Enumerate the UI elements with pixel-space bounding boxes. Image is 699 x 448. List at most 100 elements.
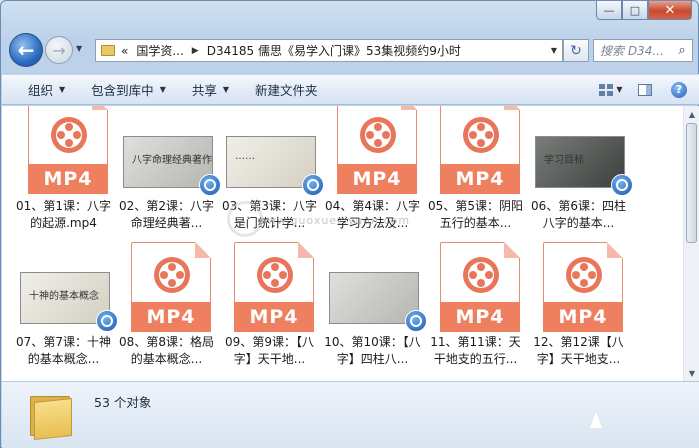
file-thumbnail: …… xyxy=(224,106,324,198)
film-reel-icon xyxy=(566,257,602,293)
film-reel-icon xyxy=(257,257,293,293)
file-name: 02、第2课：八字命理经典著... xyxy=(119,199,214,230)
address-bar[interactable]: « 国学资... ▶ D34185 儒思《易学入门课》53集视频约9小时 ▼ xyxy=(95,39,563,62)
mp4-file-icon: MP4 xyxy=(543,242,623,332)
command-bar: 组织 ▼ 包含到库中 ▼ 共享 ▼ 新建文件夹 ▼ ? xyxy=(2,74,699,105)
scroll-thumb[interactable] xyxy=(686,123,697,243)
scroll-down-icon[interactable]: ▼ xyxy=(684,365,699,381)
share-label: 共享 xyxy=(191,83,217,98)
breadcrumb-segment[interactable]: D34185 儒思《易学入门课》53集视频约9小时 xyxy=(207,42,461,59)
file-item[interactable]: …… 03、第3课：八字是门统计学... xyxy=(218,106,324,234)
maximize-button[interactable]: □ xyxy=(622,1,648,20)
back-arrow-icon: ← xyxy=(17,38,35,62)
file-name: 01、第1课：八字的起源.mp4 xyxy=(16,199,111,230)
mp4-file-icon: MP4 xyxy=(131,242,211,332)
file-item[interactable]: MP4 09、第9课：【八字】天干地... xyxy=(218,242,321,370)
forward-button[interactable]: → xyxy=(45,36,73,64)
file-name: 07、第7课：十神的基本概念... xyxy=(16,335,111,366)
film-reel-icon xyxy=(463,257,499,293)
file-item[interactable]: MP4 01、第1课：八字的起源.mp4 xyxy=(12,106,115,234)
file-list: MP4 01、第1课：八字的起源.mp4 八字命理经典著作 02、第2课：八字命理经典… xyxy=(2,106,683,381)
film-reel-icon xyxy=(154,257,190,293)
new-folder-label: 新建文件夹 xyxy=(255,83,318,98)
mp4-file-icon: MP4 xyxy=(337,106,417,194)
mp4-label: MP4 xyxy=(234,302,314,332)
chevron-down-icon: ▼ xyxy=(222,85,230,94)
folder-icon xyxy=(101,45,115,56)
search-icon[interactable]: ⌕ xyxy=(672,43,692,58)
file-name: 09、第9课：【八字】天干地... xyxy=(225,335,314,366)
file-item[interactable]: 十神的基本概念 07、第7课：十神的基本概念... xyxy=(12,242,118,370)
file-thumbnail: 学习目标 xyxy=(533,106,633,198)
scroll-up-icon[interactable]: ▲ xyxy=(684,106,699,122)
file-item[interactable]: 10、第10课：【八字】四柱八... xyxy=(321,242,427,370)
organize-menu[interactable]: 组织 ▼ xyxy=(28,80,65,99)
mp4-label: MP4 xyxy=(337,164,417,194)
chevron-down-icon: ▼ xyxy=(159,85,166,94)
share-menu[interactable]: 共享 ▼ xyxy=(192,80,229,99)
file-name: 05、第5课：阴阳五行的基本... xyxy=(428,199,523,230)
search-input[interactable]: 搜索 D34... ⌕ xyxy=(593,39,693,62)
mouse-cursor-icon xyxy=(590,412,602,428)
file-name: 04、第4课：八字学习方法及... xyxy=(325,199,420,230)
organize-label: 组织 xyxy=(28,83,54,98)
chevron-down-icon: ▼ xyxy=(616,85,623,94)
minimize-button[interactable]: — xyxy=(596,1,622,20)
vertical-scrollbar[interactable]: ▲ ▼ xyxy=(683,106,699,381)
mp4-label: MP4 xyxy=(131,302,211,332)
item-count: 53 个对象 xyxy=(94,395,152,410)
mp4-label: MP4 xyxy=(28,164,108,194)
file-thumbnail: 十神的基本概念 xyxy=(18,242,118,334)
include-in-library-label: 包含到库中 xyxy=(91,83,154,98)
change-view-button[interactable]: ▼ xyxy=(597,79,625,101)
file-item[interactable]: MP4 04、第4课：八字学习方法及... xyxy=(321,106,424,234)
preview-pane-button[interactable] xyxy=(631,79,659,101)
file-name: 06、第6课：四柱八字的基本... xyxy=(531,199,626,230)
film-reel-icon xyxy=(463,117,499,153)
file-name: 11、第11课：天干地支的五行... xyxy=(430,335,521,366)
file-thumbnail: MP4 xyxy=(121,242,213,334)
video-thumbnail-text: 学习目标 xyxy=(544,155,584,166)
include-in-library-menu[interactable]: 包含到库中 ▼ xyxy=(91,80,166,99)
back-button[interactable]: ← xyxy=(9,33,43,67)
forward-arrow-icon: → xyxy=(52,40,66,60)
preview-pane-icon xyxy=(638,83,652,96)
new-folder-button[interactable]: 新建文件夹 xyxy=(255,80,318,99)
mp4-label: MP4 xyxy=(543,302,623,332)
file-thumbnail: 八字命理经典著作 xyxy=(121,106,221,198)
file-name: 12、第12课【八字】天干地支... xyxy=(533,335,624,366)
file-thumbnail: MP4 xyxy=(224,242,316,334)
mp4-label: MP4 xyxy=(440,302,520,332)
close-button[interactable]: ✕ xyxy=(648,1,692,20)
breadcrumb-separator-icon[interactable]: ▶ xyxy=(192,46,199,56)
address-overflow-chevron[interactable]: « xyxy=(121,44,128,58)
refresh-button[interactable]: ↻ xyxy=(563,39,589,62)
caption-buttons: — □ ✕ xyxy=(596,1,692,20)
file-item[interactable]: 学习目标 06、第6课：四柱八字的基本... xyxy=(527,106,633,234)
address-dropdown-icon[interactable]: ▼ xyxy=(546,40,562,61)
video-thumbnail-text: …… xyxy=(235,151,255,162)
file-thumbnail: MP4 xyxy=(327,106,419,198)
file-thumbnail: MP4 xyxy=(533,242,625,334)
file-item[interactable]: MP4 05、第5课：阴阳五行的基本... xyxy=(424,106,527,234)
mp4-file-icon: MP4 xyxy=(234,242,314,332)
file-row: MP4 01、第1课：八字的起源.mp4 八字命理经典著作 02、第2课：八字命理经典… xyxy=(12,106,672,234)
help-button[interactable]: ? xyxy=(665,79,693,101)
file-item[interactable]: 八字命理经典著作 02、第2课：八字命理经典著... xyxy=(115,106,221,234)
chevron-down-icon: ▼ xyxy=(59,85,66,94)
file-thumbnail xyxy=(327,242,427,334)
file-item[interactable]: MP4 11、第11课：天干地支的五行... xyxy=(424,242,527,370)
view-grid-icon xyxy=(599,83,614,96)
explorer-window: — □ ✕ ← → ▼ « 国学资... ▶ D34185 儒思《易学入门课》5… xyxy=(0,0,699,448)
mp4-file-icon: MP4 xyxy=(440,242,520,332)
help-icon: ? xyxy=(671,81,687,98)
search-placeholder: 搜索 D34... xyxy=(600,44,664,58)
recent-pages-dropdown[interactable]: ▼ xyxy=(76,44,82,53)
breadcrumb-segment[interactable]: 国学资... xyxy=(136,42,183,59)
mp4-file-icon: MP4 xyxy=(440,106,520,194)
media-player-icon xyxy=(611,174,633,196)
file-item[interactable]: MP4 12、第12课【八字】天干地支... xyxy=(527,242,630,370)
file-thumbnail: MP4 xyxy=(430,106,522,198)
file-item[interactable]: MP4 08、第8课：格局的基本概念... xyxy=(115,242,218,370)
view-controls: ▼ ? xyxy=(597,79,699,101)
